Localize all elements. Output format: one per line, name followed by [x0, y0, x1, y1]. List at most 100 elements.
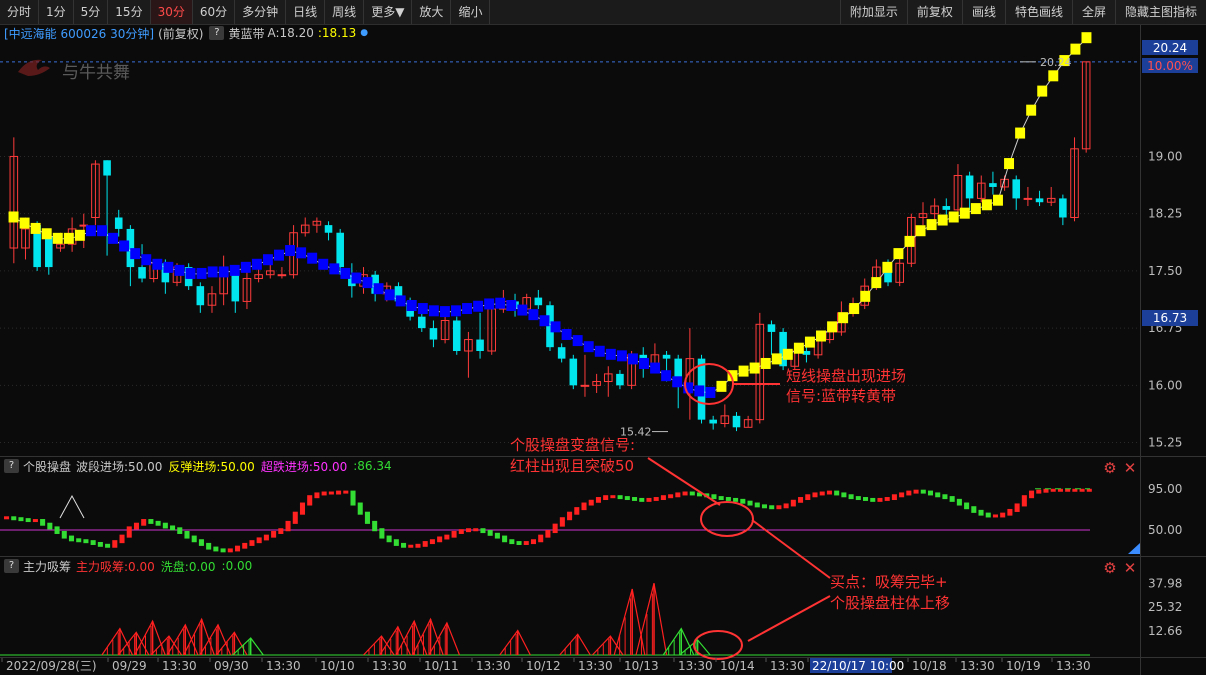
candle-body-down — [103, 160, 111, 176]
osc-bar — [530, 539, 537, 545]
band-block — [318, 258, 329, 270]
osc-bar — [357, 502, 363, 515]
price-tick-label: 19.00 — [1148, 149, 1182, 163]
band-block — [782, 348, 793, 360]
osc-bar — [307, 495, 313, 506]
accum-peak — [183, 617, 215, 656]
band-block — [1015, 127, 1026, 139]
osc-bar — [595, 497, 601, 503]
draw-line-button[interactable]: 画线 — [961, 0, 1005, 24]
band-block — [760, 357, 771, 369]
tab-intraday[interactable]: 分时 — [0, 0, 40, 24]
tab-multi-min[interactable]: 多分钟 — [235, 0, 287, 24]
osc-bar — [920, 489, 926, 494]
time-axis-label: 13:30 — [162, 659, 197, 673]
osc-bar — [61, 530, 67, 539]
band-block — [130, 248, 141, 260]
candle-body-up — [580, 384, 590, 387]
candle-body-down — [989, 183, 997, 187]
osc-bar — [249, 540, 255, 546]
band-block — [1026, 104, 1037, 116]
tab-5min[interactable]: 5分 — [74, 0, 109, 24]
tab-1min[interactable]: 1分 — [39, 0, 74, 24]
panel2-line1: 波段进场:50.00 — [76, 459, 163, 474]
extra-display-button[interactable]: 附加显示 — [839, 0, 907, 24]
band-block — [827, 321, 838, 333]
time-axis-label: 10/11 — [424, 659, 459, 673]
osc-bar — [299, 502, 306, 515]
hide-main-indicator-button[interactable]: 隐藏主图指标 — [1114, 0, 1206, 24]
panel2-line2: 反弹进场:50.00 — [168, 459, 255, 474]
osc-bar — [364, 511, 370, 524]
osc-bar — [54, 526, 60, 534]
osc-bar — [11, 516, 17, 521]
band-block — [1048, 70, 1059, 82]
osc-bar — [18, 517, 24, 522]
osc-bar — [567, 511, 573, 521]
special-draw-button[interactable]: 特色画线 — [1004, 0, 1072, 24]
main-annotation-line2: 信号:蓝带转黄带 — [786, 387, 896, 405]
fullscreen-button[interactable]: 全屏 — [1071, 0, 1115, 24]
band-block — [229, 264, 240, 276]
osc-bar — [1014, 503, 1020, 512]
band-block — [937, 214, 948, 226]
zoom-out-button[interactable]: 缩小 — [451, 0, 491, 24]
panel2-help-icon[interactable]: ? — [4, 459, 19, 473]
osc-bar — [790, 499, 796, 507]
time-axis-label: 10/18 — [912, 659, 947, 673]
osc-bar — [841, 492, 847, 498]
panel3-help-icon[interactable]: ? — [4, 559, 19, 573]
osc-bar — [653, 497, 659, 501]
accum-peak — [199, 623, 232, 656]
osc-bar — [292, 511, 298, 524]
stock-title: [中远海能 600026 30分钟] — [4, 26, 155, 41]
band-block — [495, 297, 506, 309]
osc-bar — [639, 497, 645, 502]
band-block — [583, 341, 594, 353]
main-help-icon[interactable]: ? — [209, 26, 225, 40]
osc-bar — [559, 517, 565, 527]
osc-bar — [422, 541, 428, 547]
panel2-close-icon[interactable]: ✕ — [1122, 460, 1138, 476]
osc-bar — [401, 542, 407, 548]
osc-bar — [465, 528, 472, 533]
osc-bar — [68, 535, 75, 542]
tab-weekly[interactable]: 周线 — [325, 0, 365, 24]
band-block — [274, 249, 284, 261]
band-block — [384, 289, 395, 301]
osc-bar — [992, 514, 998, 518]
osc-bar — [263, 534, 269, 541]
tab-30min[interactable]: 30分 — [150, 0, 193, 24]
more-dropdown[interactable]: 更多▼ — [364, 0, 413, 24]
osc-bar — [213, 546, 219, 552]
panel2-gear-icon[interactable]: ⚙ — [1101, 460, 1119, 476]
panel3-close-icon[interactable]: ✕ — [1122, 560, 1138, 576]
band-block — [981, 199, 992, 211]
osc-bar — [978, 509, 984, 516]
osc-bar — [444, 534, 450, 540]
band-block — [948, 211, 959, 223]
candle-body-up — [277, 274, 287, 277]
osc-bar — [4, 516, 10, 520]
candle-body-down — [324, 225, 333, 233]
tab-60min[interactable]: 60分 — [193, 0, 236, 24]
forward-adjust-button[interactable]: 前复权 — [906, 0, 962, 24]
osc-bar — [949, 496, 955, 502]
band-block — [1037, 85, 1048, 97]
indicator-a-label: A: — [267, 26, 280, 40]
menu-dot-icon[interactable]: ● — [360, 28, 368, 38]
tab-daily[interactable]: 日线 — [286, 0, 326, 24]
band-block — [451, 305, 461, 317]
tab-15min[interactable]: 15分 — [108, 0, 151, 24]
panel3-line3: :0.00 — [221, 559, 253, 573]
band-block — [406, 299, 417, 311]
osc-bar — [97, 541, 103, 547]
zoom-in-button[interactable]: 放大 — [412, 0, 452, 24]
osc-bar — [617, 495, 623, 500]
osc-bar — [242, 542, 248, 549]
main-chart-header: [中远海能 600026 30分钟] (前复权) ? 黄蓝带 A: 18.20 … — [0, 25, 368, 41]
osc-bar — [47, 522, 53, 530]
panel3-line2: 洗盘:0.00 — [160, 559, 216, 574]
accum-pointer-2 — [751, 519, 831, 579]
panel3-gear-icon[interactable]: ⚙ — [1101, 560, 1119, 576]
